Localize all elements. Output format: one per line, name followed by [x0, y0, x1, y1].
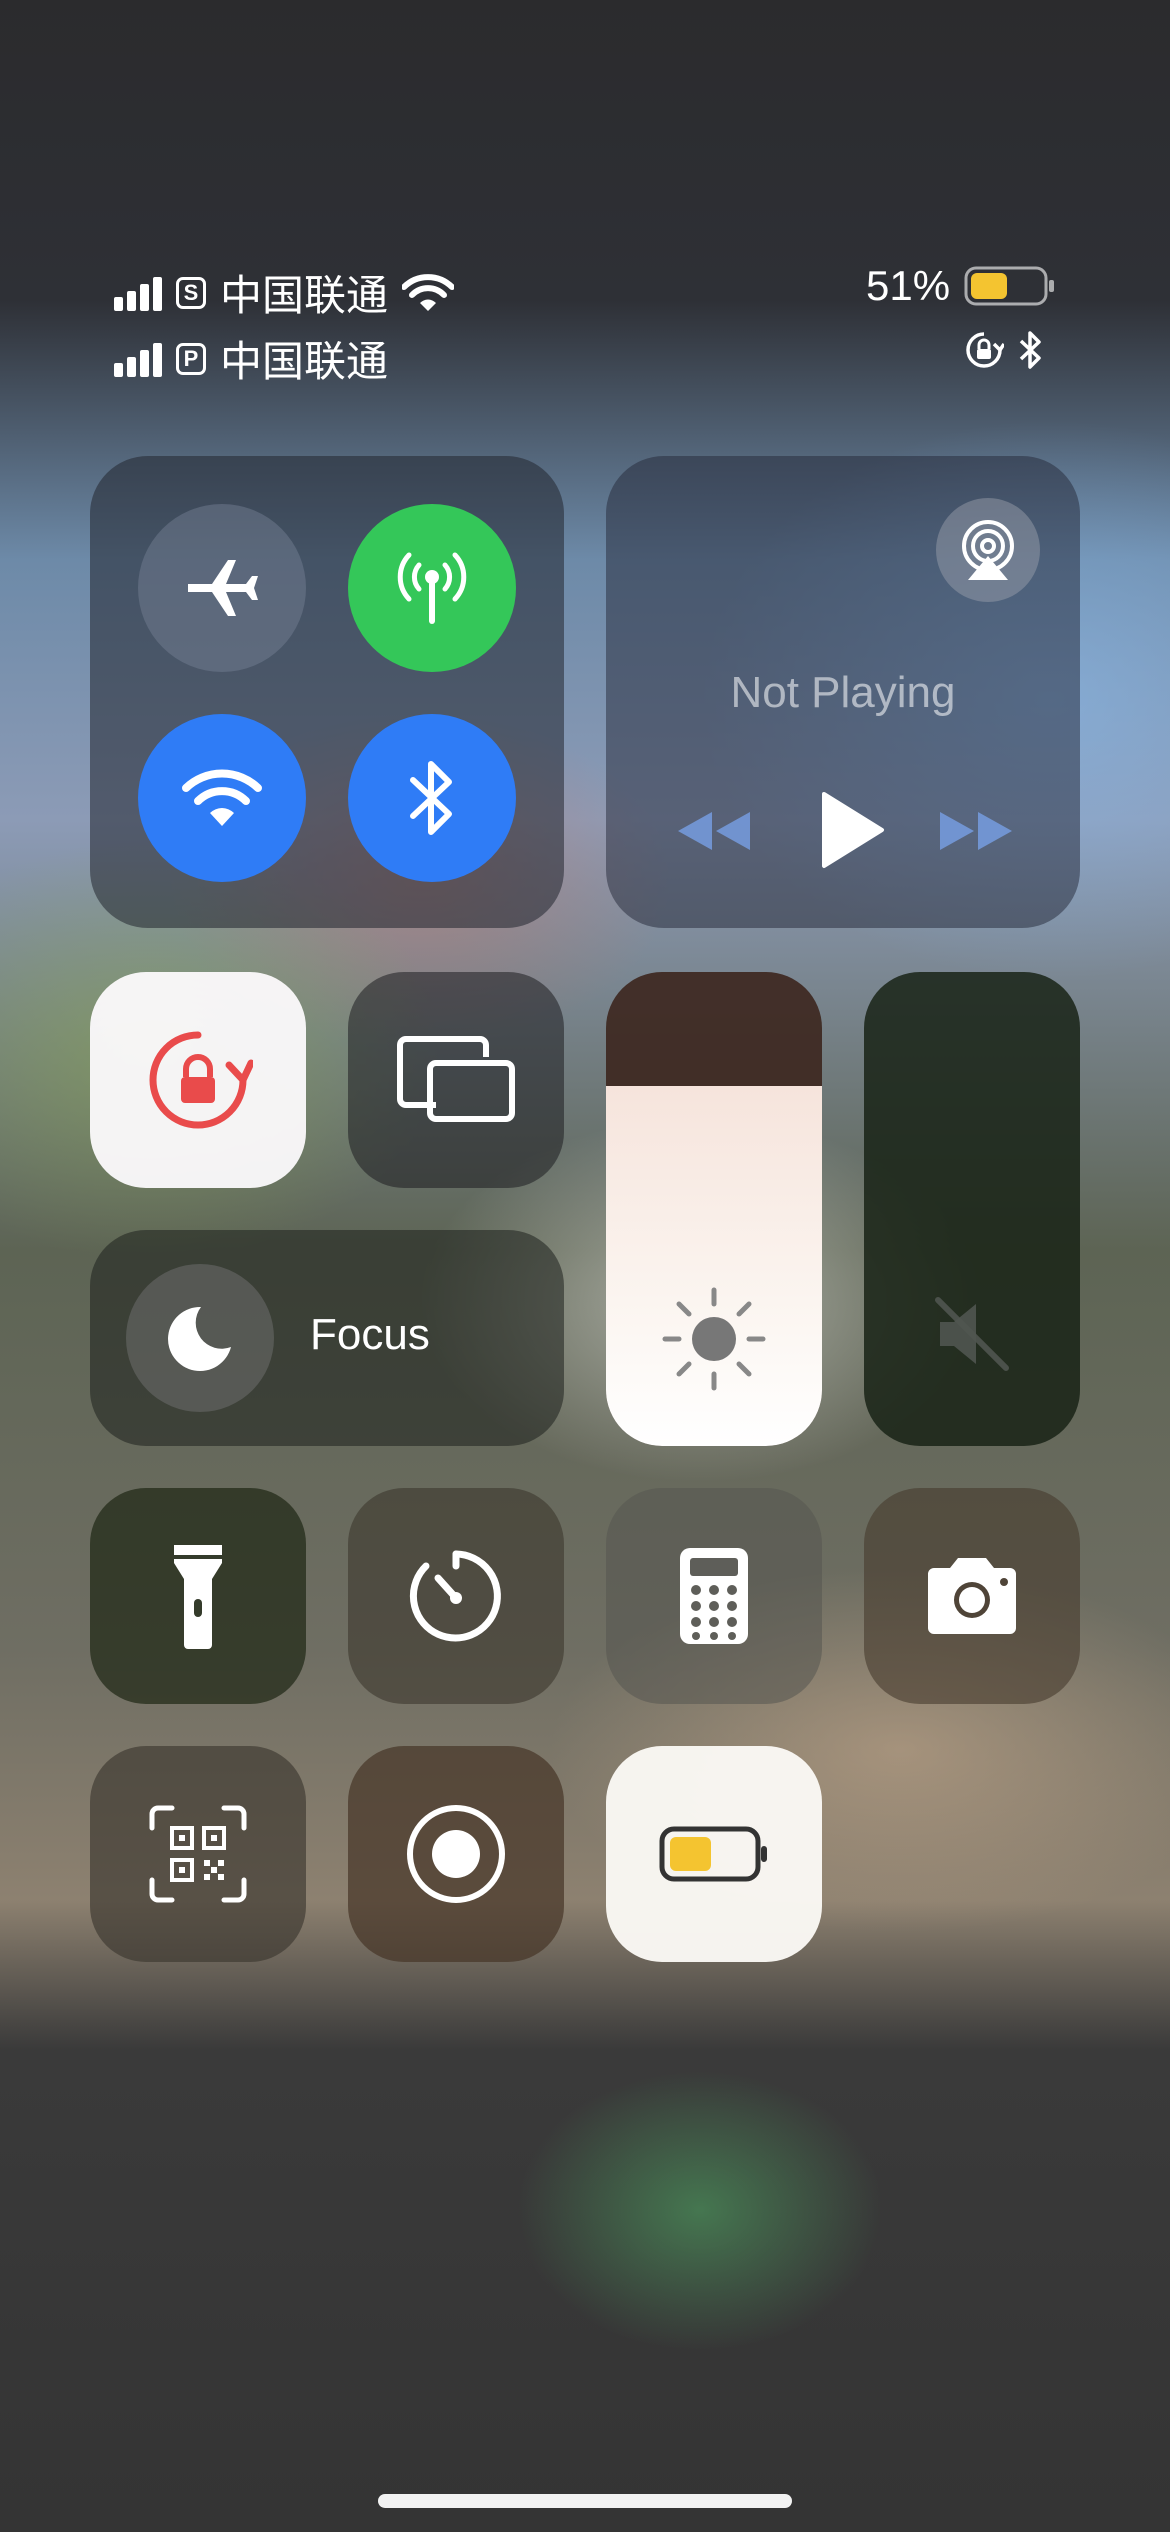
wifi-icon — [182, 769, 262, 826]
airplane-mode-toggle[interactable] — [138, 504, 306, 672]
timer-icon — [409, 1550, 501, 1642]
airplay-button[interactable] — [936, 498, 1040, 602]
rewind-icon — [678, 812, 750, 850]
brightness-slider[interactable] — [606, 972, 822, 1446]
sim-badge: P — [176, 342, 206, 375]
qr-scanner-icon — [149, 1805, 247, 1903]
orientation-lock-toggle[interactable] — [90, 972, 306, 1188]
now-playing-status: Not Playing — [730, 668, 956, 717]
flashlight-button[interactable] — [90, 1488, 306, 1704]
sun-icon — [662, 1287, 766, 1391]
bluetooth-status-icon — [1019, 331, 1041, 369]
play-button[interactable] — [816, 790, 886, 875]
timer-button[interactable] — [348, 1488, 564, 1704]
speaker-muted-icon — [935, 1297, 1009, 1371]
low-power-mode-toggle[interactable] — [606, 1746, 822, 1962]
battery-percent: 51% — [866, 262, 951, 309]
battery-icon — [964, 266, 1055, 306]
home-indicator[interactable] — [378, 2494, 792, 2508]
orientation-lock-status-icon — [966, 332, 1004, 368]
sim-badge: S — [176, 276, 206, 309]
fast-forward-icon — [940, 812, 1012, 850]
airplane-icon — [188, 560, 258, 616]
rewind-button[interactable] — [674, 806, 754, 861]
antenna-icon — [397, 552, 467, 624]
focus-icon-circle — [126, 1264, 274, 1412]
volume-slider[interactable] — [864, 972, 1080, 1446]
bluetooth-toggle[interactable] — [348, 714, 516, 882]
moon-icon — [168, 1306, 231, 1371]
fast-forward-button[interactable] — [936, 806, 1016, 861]
bluetooth-icon — [410, 761, 452, 835]
battery-status: 51% — [866, 262, 1056, 310]
signal-strength-icon — [114, 341, 162, 377]
screen-mirroring-button[interactable] — [348, 972, 564, 1188]
focus-button[interactable]: Focus — [90, 1230, 564, 1446]
record-icon — [407, 1805, 505, 1903]
play-icon — [822, 792, 884, 868]
low-power-battery-icon — [659, 1826, 767, 1882]
screen-recording-button[interactable] — [348, 1746, 564, 1962]
wifi-status-icon — [402, 273, 455, 311]
status-icons-row2 — [964, 330, 1044, 370]
calculator-button[interactable] — [606, 1488, 822, 1704]
carrier-name: 中国联通 — [220, 272, 389, 319]
camera-icon — [928, 1558, 1016, 1634]
cellular-data-toggle[interactable] — [348, 504, 516, 672]
flashlight-icon — [174, 1545, 222, 1649]
signal-strength-icon — [114, 275, 162, 311]
carrier-name: 中国联通 — [220, 338, 389, 385]
code-scanner-button[interactable] — [90, 1746, 306, 1962]
calculator-icon — [680, 1548, 748, 1644]
wifi-toggle[interactable] — [138, 714, 306, 882]
now-playing-panel[interactable]: Not Playing — [606, 456, 1080, 928]
screen-mirroring-icon — [397, 1036, 515, 1122]
status-row-sim2: P 中国联通 — [114, 328, 388, 389]
orientation-lock-icon — [149, 1031, 253, 1129]
connectivity-panel — [90, 456, 564, 928]
camera-button[interactable] — [864, 1488, 1080, 1704]
status-row-sim1: S 中国联通 — [114, 262, 455, 323]
airplay-icon — [962, 520, 1014, 580]
focus-label: Focus — [310, 1310, 430, 1359]
